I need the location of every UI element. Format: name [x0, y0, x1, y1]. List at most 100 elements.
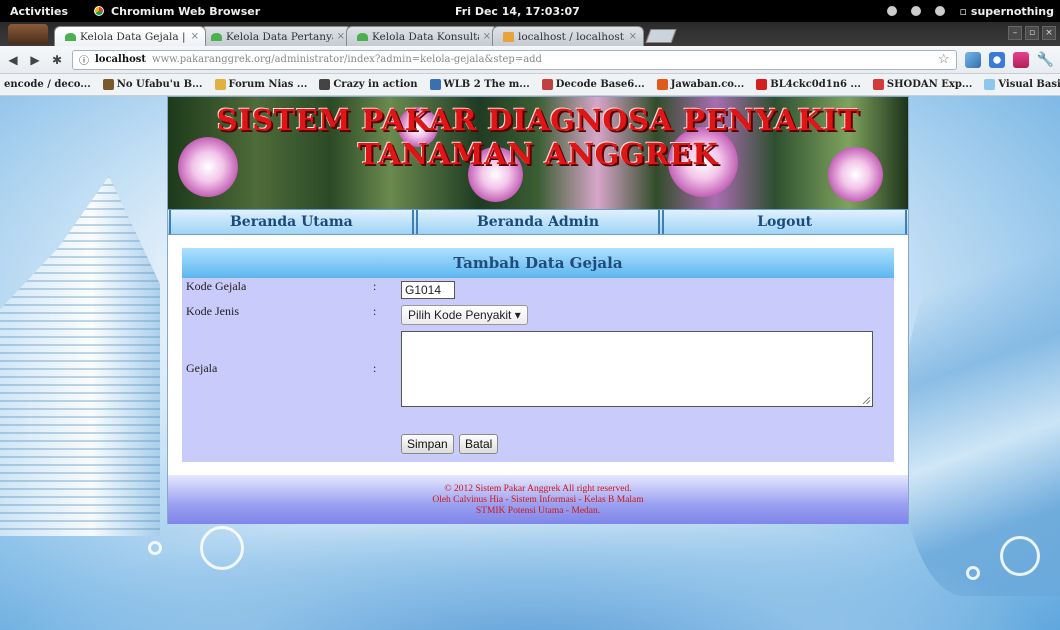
close-icon[interactable]: × — [629, 31, 637, 42]
gejala-label: Gejala — [186, 360, 218, 375]
bookmark-label: Decode Base6... — [555, 79, 645, 90]
chevron-down-icon: ▾ — [514, 308, 521, 322]
tab-title: Kelola Data Konsultasi | — [372, 30, 479, 43]
bookmark-label: No Ufabu'u B... — [116, 79, 203, 90]
browser-menu-button[interactable] — [8, 24, 48, 44]
address-bar[interactable]: ⓘ localhost www.pakaranggrek.org/administ… — [72, 49, 957, 70]
bookmark-item[interactable]: No Ufabu'u B... — [102, 79, 203, 90]
bookmark-label: SHODAN Exp... — [886, 79, 973, 90]
tab-kelola-gejala[interactable]: Kelola Data Gejala | Hala × — [54, 26, 206, 46]
tab-title: Kelola Data Gejala | Hala — [80, 30, 187, 43]
activities-button[interactable]: Activities — [0, 5, 78, 18]
kode-gejala-input[interactable]: G1014 — [401, 281, 455, 299]
bookmarks-bar: encode / deco... No Ufabu'u B... Forum Nia… — [0, 74, 1060, 96]
site-banner: SISTEM PAKAR DIAGNOSA PENYAKIT TANAMAN A… — [168, 97, 908, 209]
bookmark-favicon-icon — [541, 79, 553, 90]
app-name: Chromium Web Browser — [111, 4, 261, 18]
simpan-button[interactable]: Simpan — [401, 434, 454, 454]
tab-title: Kelola Data Pertanyaan | — [226, 30, 333, 43]
bookmark-label: Crazy in action — [333, 79, 418, 90]
network-icon[interactable] — [935, 6, 946, 16]
bookmark-item[interactable]: Forum Nias ... — [214, 79, 308, 90]
close-icon[interactable]: × — [337, 31, 345, 42]
bookmark-favicon-icon — [872, 79, 884, 90]
favicon-icon — [357, 32, 368, 41]
back-icon[interactable]: ◀ — [6, 53, 20, 67]
footer-copyright: © 2012 Sistem Pakar Anggrek All right re… — [444, 484, 632, 494]
background-building-decoration — [0, 176, 160, 536]
bookmark-favicon-icon — [214, 79, 226, 90]
minimize-icon[interactable]: – — [1008, 26, 1022, 40]
add-gejala-form: Tambah Data Gejala Kode Gejala : G1014 K… — [182, 248, 894, 462]
bubble-decoration — [966, 566, 980, 580]
close-window-icon[interactable]: × — [1042, 26, 1056, 40]
clock[interactable]: Fri Dec 14, 17:03:07 — [455, 5, 580, 18]
site-footer: © 2012 Sistem Pakar Anggrek All right re… — [168, 475, 908, 524]
accessibility-icon[interactable] — [887, 6, 898, 16]
bookmark-favicon-icon — [102, 79, 114, 90]
page-viewport: SISTEM PAKAR DIAGNOSA PENYAKIT TANAMAN A… — [0, 96, 1060, 630]
favicon-icon — [65, 32, 76, 41]
bookmark-label: Forum Nias ... — [228, 79, 308, 90]
bookmark-item[interactable]: Decode Base6... — [541, 79, 645, 90]
tab-kelola-pertanyaan[interactable]: Kelola Data Pertanyaan | × — [200, 26, 352, 46]
reload-icon[interactable]: ✱ — [50, 53, 64, 67]
close-icon[interactable]: × — [191, 31, 199, 42]
bookmark-item[interactable]: BL4ckc0d1n6 ... — [756, 79, 861, 90]
bubble-decoration — [148, 541, 162, 555]
forward-icon[interactable]: ▶ — [28, 53, 42, 67]
bookmark-item[interactable]: Jawaban.co... — [656, 79, 745, 90]
bookmark-item[interactable]: SHODAN Exp... — [872, 79, 973, 90]
bookmark-label: Jawaban.co... — [670, 79, 745, 90]
page-info-icon[interactable]: ⓘ — [79, 52, 89, 67]
gejala-textarea[interactable] — [401, 331, 873, 407]
bookmark-item[interactable]: WLB 2 The m... — [429, 79, 530, 90]
select-value: Pilih Kode Penyakit — [408, 308, 512, 322]
user-menu[interactable]: ▫ supernothing — [959, 5, 1054, 18]
browser-toolbar: ◀ ▶ ✱ ⓘ localhost www.pakaranggrek.org/ad… — [0, 46, 1060, 74]
batal-button[interactable]: Batal — [459, 434, 499, 454]
form-title: Tambah Data Gejala — [182, 248, 894, 278]
maximize-icon[interactable]: ▫ — [1025, 26, 1039, 40]
bookmark-star-icon[interactable]: ☆ — [938, 52, 950, 67]
close-icon[interactable]: × — [483, 31, 491, 42]
favicon-icon — [211, 32, 222, 41]
app-menu[interactable]: Chromium Web Browser — [92, 4, 260, 18]
new-tab-button[interactable] — [645, 29, 677, 43]
background-bottom-decoration — [0, 510, 1060, 630]
tab-strip: Kelola Data Gejala | Hala × Kelola Data … — [0, 22, 1060, 46]
volume-icon[interactable] — [911, 6, 922, 16]
bookmark-favicon-icon — [984, 79, 996, 90]
wrench-icon[interactable]: 🔧 — [1037, 52, 1054, 68]
mail-extension-icon[interactable] — [1012, 51, 1029, 68]
bookmark-item[interactable]: encode / deco... — [4, 79, 91, 90]
tab-kelola-konsultasi[interactable]: Kelola Data Konsultasi | × — [346, 26, 498, 46]
kode-jenis-select[interactable]: Pilih Kode Penyakit ▾ — [401, 305, 528, 325]
footer-author: Oleh Calvinus Hia - Sistem Informasi - K… — [432, 495, 644, 505]
nav-beranda-admin[interactable]: Beranda Admin — [415, 210, 661, 234]
bookmark-label: Visual Basic ... — [998, 79, 1060, 90]
bookmark-label: BL4ckc0d1n6 ... — [770, 79, 861, 90]
bubble-decoration — [1000, 536, 1040, 576]
bookmark-favicon-icon — [429, 79, 441, 90]
bookmark-item[interactable]: Crazy in action — [319, 79, 418, 90]
url-host: localhost — [95, 54, 147, 65]
search-extension-icon[interactable] — [988, 51, 1005, 68]
gnome-top-bar: Activities Chromium Web Browser Fri Dec … — [0, 0, 1060, 22]
bookmark-label: encode / deco... — [4, 79, 91, 90]
bookmark-label: WLB 2 The m... — [443, 79, 530, 90]
nav-beranda-utama[interactable]: Beranda Utama — [169, 210, 414, 234]
user-icon: ▫ — [959, 4, 967, 18]
kode-gejala-label: Kode Gejala — [186, 278, 247, 293]
bookmark-favicon-icon — [319, 79, 331, 90]
kode-jenis-label: Kode Jenis — [186, 303, 239, 318]
site-title: SISTEM PAKAR DIAGNOSA PENYAKIT TANAMAN A… — [216, 103, 860, 171]
nav-logout[interactable]: Logout — [662, 210, 908, 234]
bookmark-item[interactable]: Visual Basic ... — [984, 79, 1060, 90]
tab-phpmyadmin[interactable]: localhost / localhost / db_ × — [492, 26, 644, 46]
extension-icon[interactable] — [964, 51, 981, 68]
colon: : — [373, 360, 377, 375]
bubble-decoration — [200, 526, 244, 570]
tab-title: localhost / localhost / db_ — [518, 30, 625, 43]
bookmark-favicon-icon — [756, 79, 768, 90]
